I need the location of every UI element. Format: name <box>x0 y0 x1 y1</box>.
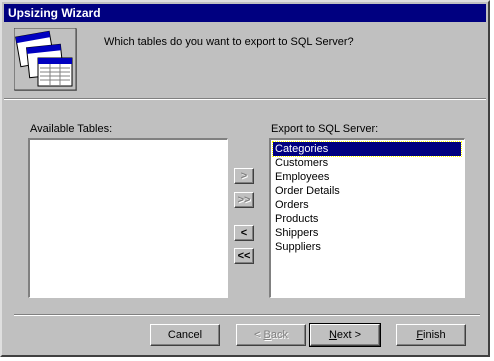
list-item[interactable]: Customers <box>273 156 328 170</box>
finish-button[interactable]: Finish <box>396 324 466 346</box>
table-stack-icon <box>14 28 77 91</box>
upsizing-wizard-dialog: Upsizing Wizard Which tables do you want… <box>0 0 490 357</box>
cancel-button[interactable]: Cancel <box>150 324 220 346</box>
title-bar[interactable]: Upsizing Wizard <box>4 4 486 22</box>
window-title: Upsizing Wizard <box>8 6 101 20</box>
back-label-prefix: < <box>254 329 264 341</box>
add-all-button[interactable]: >> <box>234 192 254 208</box>
next-label-accel: N <box>328 329 337 341</box>
list-item[interactable]: Suppliers <box>273 240 321 254</box>
cancel-label: Cancel <box>167 329 203 341</box>
list-item[interactable]: Order Details <box>273 184 340 198</box>
export-tables-list[interactable]: Categories Customers Employees Order Det… <box>269 138 465 298</box>
footer-divider <box>14 314 480 316</box>
wizard-header: Which tables do you want to export to SQ… <box>4 22 486 98</box>
next-button[interactable]: Next > <box>309 323 381 347</box>
available-tables-label: Available Tables: <box>30 123 113 135</box>
remove-one-button[interactable]: < <box>234 225 254 241</box>
finish-label-rest: inish <box>423 329 446 341</box>
list-item[interactable]: Employees <box>273 170 329 184</box>
remove-all-button[interactable]: << <box>234 248 254 264</box>
export-to-sql-label: Export to SQL Server: <box>271 123 379 135</box>
back-label-rest: ack <box>270 329 288 341</box>
back-button[interactable]: < Back <box>236 324 306 346</box>
back-label-accel: B <box>263 329 271 341</box>
available-tables-list[interactable] <box>28 138 228 298</box>
list-item[interactable]: Categories <box>272 141 462 157</box>
list-item[interactable]: Shippers <box>273 226 318 240</box>
list-item[interactable]: Products <box>273 212 318 226</box>
next-label-rest: ext > <box>336 329 362 341</box>
question-text: Which tables do you want to export to SQ… <box>104 36 354 48</box>
header-divider <box>4 98 486 100</box>
list-item[interactable]: Orders <box>273 198 309 212</box>
add-one-button[interactable]: > <box>234 168 254 184</box>
